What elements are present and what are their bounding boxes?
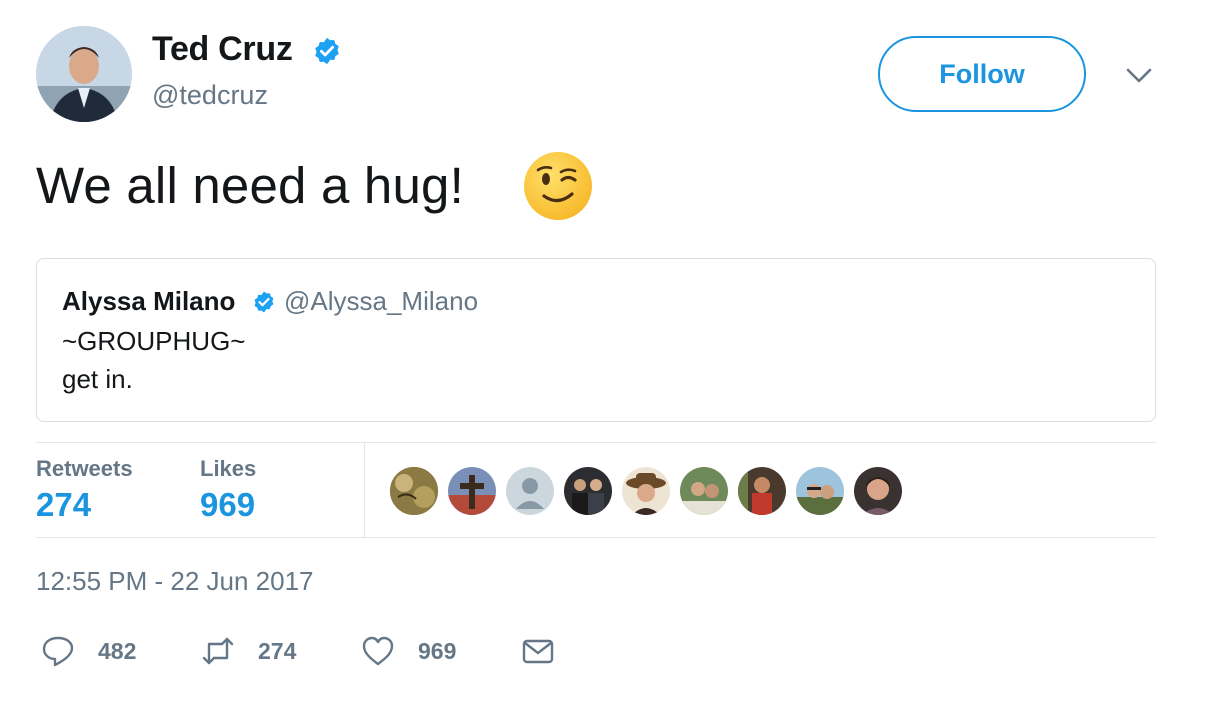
author-handle[interactable]: @tedcruz (152, 80, 268, 111)
liker-avatar[interactable] (562, 465, 614, 517)
reply-icon (42, 636, 74, 667)
retweet-icon (202, 637, 234, 665)
divider (36, 537, 1156, 538)
like-button[interactable]: 969 (360, 632, 456, 670)
heart-icon (362, 636, 394, 666)
reply-button[interactable]: 482 (40, 632, 136, 670)
liker-avatar[interactable] (446, 465, 498, 517)
tweet-timestamp[interactable]: 12:55 PM - 22 Jun 2017 (36, 566, 314, 597)
quoted-tweet-line: ~GROUPHUG~ (62, 326, 246, 356)
like-count: 969 (418, 637, 457, 664)
reply-count: 482 (98, 637, 137, 664)
author-avatar[interactable] (36, 26, 132, 122)
author-name[interactable]: Ted Cruz (152, 30, 293, 69)
quoted-tweet-line: get in. (62, 364, 133, 394)
retweets-count[interactable]: 274 (36, 486, 91, 524)
retweet-count: 274 (258, 637, 297, 664)
envelope-icon (522, 639, 554, 664)
author-photo (36, 26, 132, 122)
follow-button[interactable]: Follow (878, 36, 1086, 112)
divider (364, 443, 365, 537)
likes-label[interactable]: Likes (200, 456, 256, 482)
liker-avatar[interactable] (736, 465, 788, 517)
liker-avatar[interactable] (504, 465, 556, 517)
quoted-author-handle[interactable]: @Alyssa_Milano (284, 286, 478, 317)
likes-count[interactable]: 969 (200, 486, 255, 524)
liker-avatar[interactable] (678, 465, 730, 517)
liker-avatar[interactable] (852, 465, 904, 517)
retweets-label[interactable]: Retweets (36, 456, 133, 482)
verified-badge-icon (254, 291, 274, 313)
liker-avatar[interactable] (794, 465, 846, 517)
liker-avatar[interactable] (620, 465, 672, 517)
divider (36, 442, 1156, 443)
chevron-down-icon[interactable] (1124, 62, 1154, 88)
winking-face-emoji-icon (524, 152, 592, 220)
liker-avatar[interactable] (388, 465, 440, 517)
quoted-author-name[interactable]: Alyssa Milano (62, 286, 235, 317)
verified-badge-icon (315, 37, 339, 65)
retweet-button[interactable]: 274 (200, 632, 296, 670)
direct-message-button[interactable] (520, 632, 556, 670)
tweet-text: We all need a hug! (36, 157, 464, 214)
